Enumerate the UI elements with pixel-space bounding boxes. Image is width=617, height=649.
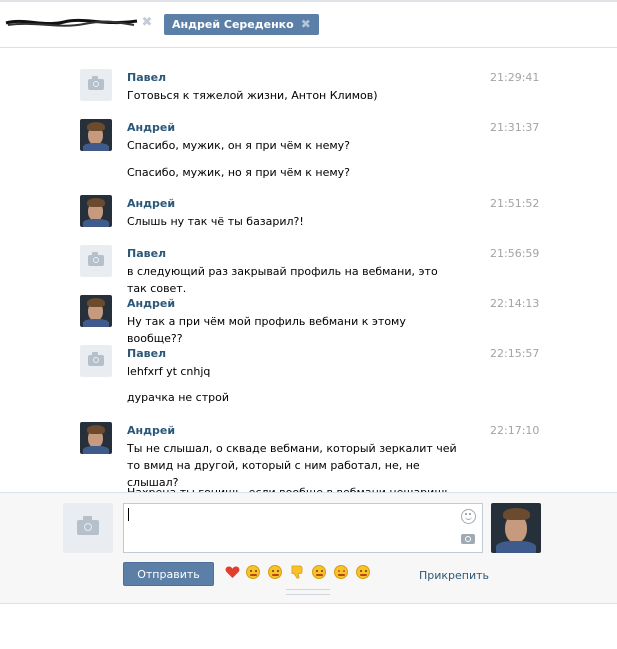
text-caret (128, 508, 129, 521)
tab-label: Андрей Середенко (172, 18, 294, 31)
thumbs-down-icon[interactable] (290, 565, 304, 579)
user-avatar[interactable] (80, 195, 112, 227)
redacted-tab-label[interactable] (4, 14, 139, 32)
message-text: дурачка не строй (127, 391, 229, 404)
camera-placeholder-icon[interactable] (63, 503, 113, 553)
peer-avatar[interactable] (491, 503, 541, 553)
heart-icon[interactable] (225, 566, 240, 580)
user-avatar[interactable] (80, 295, 112, 327)
message-text: Спасибо, мужик, но я при чём к нему? (127, 166, 350, 179)
message-text: Спасибо, мужик, он я при чём к нему? (127, 139, 350, 152)
smile-emoji-icon[interactable] (356, 565, 370, 579)
message-time: 22:14:13 (490, 297, 540, 310)
heart-eyes-emoji-icon[interactable] (334, 565, 348, 579)
message-author[interactable]: Павел (127, 347, 166, 360)
top-divider (0, 0, 617, 2)
message-author[interactable]: Павел (127, 71, 166, 84)
message-log[interactable]: Павел 21:29:41 Готовься к тяжелой жизни,… (0, 48, 617, 492)
camera-placeholder-icon[interactable] (80, 345, 112, 377)
message-author[interactable]: Андрей (127, 297, 175, 310)
resize-handle[interactable] (286, 589, 330, 595)
smile-icon[interactable] (461, 509, 476, 524)
relieved-emoji-icon[interactable] (268, 565, 282, 579)
user-avatar[interactable] (80, 422, 112, 454)
attach-link[interactable]: Прикрепить (419, 569, 489, 582)
wink-emoji-icon[interactable] (246, 565, 260, 579)
message-author[interactable]: Андрей (127, 424, 175, 437)
chat-window: ✖ Андрей Середенко ✖ Павел 21:29:41 Гото… (0, 0, 617, 649)
close-icon[interactable]: ✖ (301, 14, 311, 35)
message-text: Готовься к тяжелой жизни, Антон Климов) (127, 89, 378, 102)
message-time: 21:56:59 (490, 247, 540, 260)
message-text: Слышь ну так чё ты базарил?! (127, 215, 304, 228)
message-author[interactable]: Андрей (127, 121, 175, 134)
close-icon[interactable]: ✖ (141, 16, 153, 29)
camera-icon[interactable] (461, 534, 475, 544)
message-time: 21:31:37 (490, 121, 540, 134)
message-author[interactable]: Андрей (127, 197, 175, 210)
composer: Отправить Прикрепить (0, 492, 617, 604)
user-avatar[interactable] (80, 119, 112, 151)
message-input[interactable] (123, 503, 483, 553)
message-text: в следующий раз закрывай профиль на вебм… (127, 265, 438, 295)
message-text: lehfxrf yt cnhjq (127, 365, 211, 378)
tab-andrey-seredenko[interactable]: Андрей Середенко ✖ (164, 14, 319, 35)
send-button[interactable]: Отправить (123, 562, 214, 586)
camera-placeholder-icon[interactable] (80, 69, 112, 101)
camera-placeholder-icon[interactable] (80, 245, 112, 277)
message-author[interactable]: Павел (127, 247, 166, 260)
message-time: 22:17:10 (490, 424, 540, 437)
message-time: 21:51:52 (490, 197, 540, 210)
kiss-emoji-icon[interactable] (312, 565, 326, 579)
message-time: 22:15:57 (490, 347, 540, 360)
message-time: 21:29:41 (490, 71, 540, 84)
message-text: Ну так а при чём мой профиль вебмани к э… (127, 315, 406, 345)
tab-bar: ✖ Андрей Середенко ✖ (0, 0, 617, 48)
message-text: Нахрена ты гонишь, если вообще в вебмани… (127, 484, 457, 492)
